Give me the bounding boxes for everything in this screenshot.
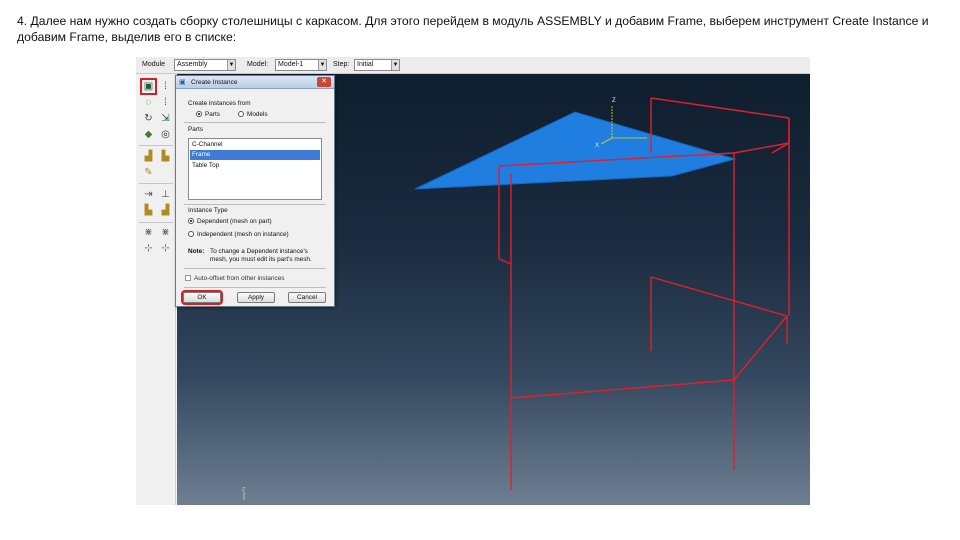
assembly-toolbox: ▣ ⁞ ◌ ⁞ ↻ ⇲ ◆ ◎ ▟ ▙ ✎ ⇥ ⊥ ▙ ▟ ⋇ ⋇ ⊹ ⊹: [136, 74, 176, 505]
merge-cut-icon[interactable]: ◎: [159, 128, 172, 141]
step-combo[interactable]: Initial ▼: [354, 59, 400, 71]
edge-to-edge-icon[interactable]: ⊥: [159, 188, 172, 201]
radio-parts[interactable]: [196, 111, 202, 117]
contact-icon[interactable]: ▟: [159, 204, 172, 217]
radio-models-label: Models: [247, 111, 268, 118]
tabletop-part: [414, 111, 737, 190]
note-line-2: mesh, you must edit its part's mesh.: [210, 256, 312, 263]
module-value: Assembly: [177, 61, 208, 68]
rotate-instance-icon[interactable]: ↻: [142, 112, 155, 125]
toolbox-divider: [139, 183, 173, 184]
translate-to-icon[interactable]: ⇲: [159, 112, 172, 125]
step-label: Step:: [333, 61, 350, 68]
model-value: Model-1: [278, 61, 304, 68]
create-instance-icon[interactable]: ▣: [140, 78, 157, 95]
model-label: Model:: [247, 61, 269, 68]
chevron-down-icon[interactable]: ▼: [318, 60, 326, 70]
note-line-1: To change a Dependent instance's: [210, 248, 308, 255]
coincident-point-icon[interactable]: ⋇: [142, 226, 155, 239]
radial-pattern-icon[interactable]: ◌: [142, 96, 155, 109]
radio-parts-label: Parts: [205, 111, 220, 118]
datum-point-icon[interactable]: ⊹: [159, 242, 172, 255]
dependent-label: Dependent (mesh on part): [197, 218, 272, 225]
mini-triad-label: Z: [242, 487, 245, 493]
replace-instance-icon[interactable]: ▟: [142, 150, 155, 163]
divider: [184, 204, 326, 205]
radio-independent[interactable]: [188, 231, 194, 237]
parts-list[interactable]: C-Channel Frame Table Top: [188, 138, 322, 200]
list-item[interactable]: Table Top: [190, 161, 320, 171]
instruction-caption: 4. Далее нам нужно создать сборку столеш…: [17, 14, 929, 44]
radio-models[interactable]: [238, 111, 244, 117]
parts-label: Parts: [188, 126, 203, 133]
step-value: Initial: [357, 61, 374, 68]
divider: [184, 268, 326, 269]
context-bar: Module Assembly ▼ Model: Model-1 ▼ Step:…: [136, 57, 810, 74]
independent-label: Independent (mesh on instance): [197, 231, 289, 238]
dialog-title: Create Instance: [191, 79, 238, 86]
radio-dependent[interactable]: [188, 218, 194, 224]
chevron-down-icon[interactable]: ▼: [391, 60, 399, 70]
create-from-label: Create instances from: [188, 100, 251, 107]
module-label: Module: [142, 61, 165, 68]
toolbox-divider: [139, 222, 173, 223]
dialog-app-icon: ▣: [179, 79, 186, 86]
dialog-titlebar[interactable]: ▣ Create Instance ✕: [176, 76, 334, 89]
ok-button[interactable]: OK: [181, 290, 223, 305]
module-combo[interactable]: Assembly ▼: [174, 59, 236, 71]
close-button[interactable]: ✕: [317, 77, 331, 87]
cancel-button[interactable]: Cancel: [288, 292, 326, 303]
parallel-edge-icon[interactable]: ⇥: [142, 188, 155, 201]
position-manager-icon[interactable]: ⊹: [142, 242, 155, 255]
linear-pattern-icon[interactable]: ⁞: [159, 80, 172, 93]
chevron-down-icon[interactable]: ▼: [227, 60, 235, 70]
instance-type-label: Instance Type: [188, 207, 228, 214]
face-to-face-icon[interactable]: ✎: [142, 166, 155, 179]
divider: [184, 122, 326, 123]
list-item[interactable]: C-Channel: [190, 140, 320, 150]
toolbox-divider: [139, 145, 173, 146]
divider: [184, 287, 326, 288]
coaxial-icon[interactable]: ▙: [142, 204, 155, 217]
list-item-selected[interactable]: Frame: [190, 150, 320, 160]
note-label: Note:: [188, 248, 205, 255]
model-combo[interactable]: Model-1 ▼: [275, 59, 327, 71]
auto-offset-label: Auto-offset from other instances: [194, 275, 285, 282]
translate-instance-icon[interactable]: ⁞: [159, 96, 172, 109]
auto-offset-checkbox[interactable]: [185, 275, 191, 281]
parallel-face-icon[interactable]: ▙: [159, 150, 172, 163]
apply-button[interactable]: Apply: [237, 292, 275, 303]
triad-label-x: X: [595, 143, 599, 149]
parallel-csys-icon[interactable]: ⋇: [159, 226, 172, 239]
create-instance-dialog: ▣ Create Instance ✕ Create instances fro…: [175, 75, 335, 307]
instance-manager-icon[interactable]: ◆: [142, 128, 155, 141]
triad-label-z: Z: [612, 98, 616, 104]
